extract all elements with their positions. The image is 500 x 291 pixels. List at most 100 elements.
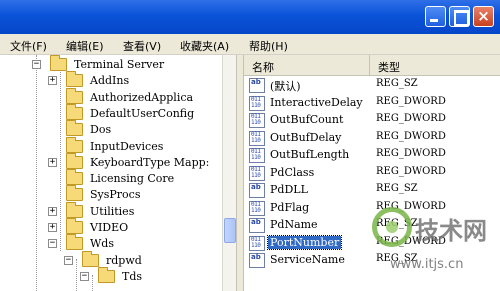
folder-icon xyxy=(66,169,83,186)
value-row[interactable]: ab PdDLL REG_SZ xyxy=(244,182,500,199)
binary-value-icon: 011 110 xyxy=(249,235,265,251)
value-name: PdName xyxy=(270,218,318,231)
value-name: PortNumber xyxy=(266,234,343,250)
value-type: REG_DWORD xyxy=(376,235,446,247)
menu-view[interactable]: 查看(V) xyxy=(123,38,161,54)
folder-icon xyxy=(66,87,83,104)
folder-icon xyxy=(66,152,83,169)
value-type: REG_SZ xyxy=(376,253,418,264)
string-value-icon: ab xyxy=(249,253,265,268)
folder-icon xyxy=(66,71,83,88)
value-name: OutBufLength xyxy=(270,148,350,161)
value-row[interactable]: 011 110 PdFlag REG_DWORD xyxy=(244,200,500,217)
tree-item[interactable]: DefaultUserConfig xyxy=(0,103,222,122)
value-name: ServiceName xyxy=(270,253,345,266)
collapse-icon[interactable]: − xyxy=(48,239,57,249)
tree-item[interactable]: − Wds xyxy=(0,234,222,252)
maximize-button[interactable] xyxy=(449,6,470,27)
value-row[interactable]: 011 110 PdClass REG_DWORD xyxy=(244,165,500,182)
tree-item-label: AuthorizedApplica xyxy=(90,90,194,104)
expand-icon[interactable]: + xyxy=(48,206,57,216)
value-name: InteractiveDelay xyxy=(270,95,363,109)
tree-item[interactable]: InputDevices xyxy=(0,136,222,155)
tree-item-label: Terminal Server xyxy=(74,58,165,71)
collapse-icon[interactable]: − xyxy=(64,255,73,265)
value-row[interactable]: ab PdName REG_SZ xyxy=(244,217,500,234)
tree-item-label: AddIns xyxy=(90,74,130,88)
menu-file[interactable]: 文件(F) xyxy=(10,38,47,54)
string-value-icon: ab xyxy=(249,78,265,93)
tree-item[interactable]: AuthorizedApplica xyxy=(0,87,222,106)
tree-item[interactable]: + KeyboardType Mapp: xyxy=(0,152,222,171)
tree-item[interactable]: Dos xyxy=(0,120,222,138)
title-bar: × xyxy=(0,0,500,34)
folder-icon xyxy=(50,55,67,71)
pane-splitter[interactable] xyxy=(236,55,244,291)
value-name: OutBufDelay xyxy=(270,130,342,144)
tree-item[interactable]: + AddIns xyxy=(0,71,222,89)
binary-value-icon: 011 110 xyxy=(249,165,265,181)
minimize-button[interactable] xyxy=(425,6,446,27)
close-button[interactable]: × xyxy=(473,6,494,27)
value-row[interactable]: 011 110 PortNumber REG_DWORD xyxy=(244,234,500,252)
tree-item[interactable]: − Terminal Server xyxy=(0,55,222,73)
values-list: 名称 类型 ab (默认) REG_SZ 011 110 InteractiveDela… xyxy=(244,55,500,291)
value-type: REG_DWORD xyxy=(376,130,446,142)
tree-item[interactable]: + VIDEO xyxy=(0,218,222,236)
menu-help[interactable]: 帮助(H) xyxy=(249,38,288,54)
folder-icon xyxy=(66,136,83,153)
folder-icon xyxy=(66,185,83,202)
tree-item-label: Tds xyxy=(122,269,143,283)
value-row[interactable]: 011 110 OutBufLength REG_DWORD xyxy=(244,147,500,164)
folder-icon xyxy=(66,218,83,234)
tree-item[interactable]: Licensing Core xyxy=(0,169,222,187)
tree-item[interactable]: − rdpwd xyxy=(0,250,222,269)
folder-icon xyxy=(66,201,83,218)
folder-icon xyxy=(82,250,99,267)
value-row[interactable]: 011 110 InteractiveDelay REG_DWORD xyxy=(244,95,500,112)
value-row[interactable]: 011 110 OutBufCount REG_DWORD xyxy=(244,112,500,129)
expand-icon[interactable]: + xyxy=(48,223,57,232)
folder-icon xyxy=(66,120,83,137)
registry-tree[interactable]: − Terminal Server + AddIns AuthorizedApplica… xyxy=(0,55,222,291)
folder-icon xyxy=(66,103,83,120)
value-type: REG_DWORD xyxy=(376,95,446,107)
scrollbar-thumb[interactable] xyxy=(224,218,236,243)
binary-value-icon: 011 110 xyxy=(249,200,265,216)
expand-icon[interactable]: + xyxy=(48,157,57,167)
menu-bar: 文件(F) 编辑(E) 查看(V) 收藏夹(A) 帮助(H) xyxy=(0,34,500,55)
expand-icon[interactable]: + xyxy=(48,76,57,86)
tree-item[interactable]: SysProcs xyxy=(0,185,222,203)
folder-icon xyxy=(66,234,83,251)
tree-item-label: Dos xyxy=(90,123,112,137)
collapse-icon[interactable]: − xyxy=(80,271,89,281)
column-header-name[interactable]: 名称 xyxy=(244,55,370,76)
menu-favorites[interactable]: 收藏夹(A) xyxy=(180,38,229,54)
value-row[interactable]: ab (默认) REG_SZ xyxy=(244,77,500,94)
tree-item[interactable]: − Tds xyxy=(0,266,222,285)
binary-value-icon: 011 110 xyxy=(249,148,265,163)
tree-item-label: rdpwd xyxy=(106,253,142,267)
value-type: REG_SZ xyxy=(376,183,418,194)
column-header-type[interactable]: 类型 xyxy=(370,55,500,76)
tree-item-label: Wds xyxy=(90,237,114,251)
tree-scrollbar[interactable] xyxy=(222,55,236,291)
collapse-icon[interactable]: − xyxy=(32,60,41,69)
tree-item-label: VIDEO xyxy=(90,221,129,234)
value-name: (默认) xyxy=(270,80,301,93)
tree-item-label: SysProcs xyxy=(90,188,141,202)
value-row[interactable]: ab ServiceName REG_SZ xyxy=(244,252,500,269)
tree-item[interactable]: + Utilities xyxy=(0,201,222,220)
value-type: REG_SZ xyxy=(376,78,418,89)
tree-item-label: KeyboardType Mapp: xyxy=(90,155,210,169)
tree-item-label: Utilities xyxy=(90,204,135,218)
tree-item-label: DefaultUserConfig xyxy=(90,106,195,120)
value-row[interactable]: 011 110 OutBufDelay REG_DWORD xyxy=(244,130,500,147)
value-name: PdDLL xyxy=(270,183,308,196)
binary-value-icon: 011 110 xyxy=(249,95,265,111)
value-type: REG_DWORD xyxy=(376,148,446,159)
binary-value-icon: 011 110 xyxy=(249,130,265,146)
value-type: REG_DWORD xyxy=(376,165,446,177)
menu-edit[interactable]: 编辑(E) xyxy=(66,38,104,54)
binary-value-icon: 011 110 xyxy=(249,113,265,128)
